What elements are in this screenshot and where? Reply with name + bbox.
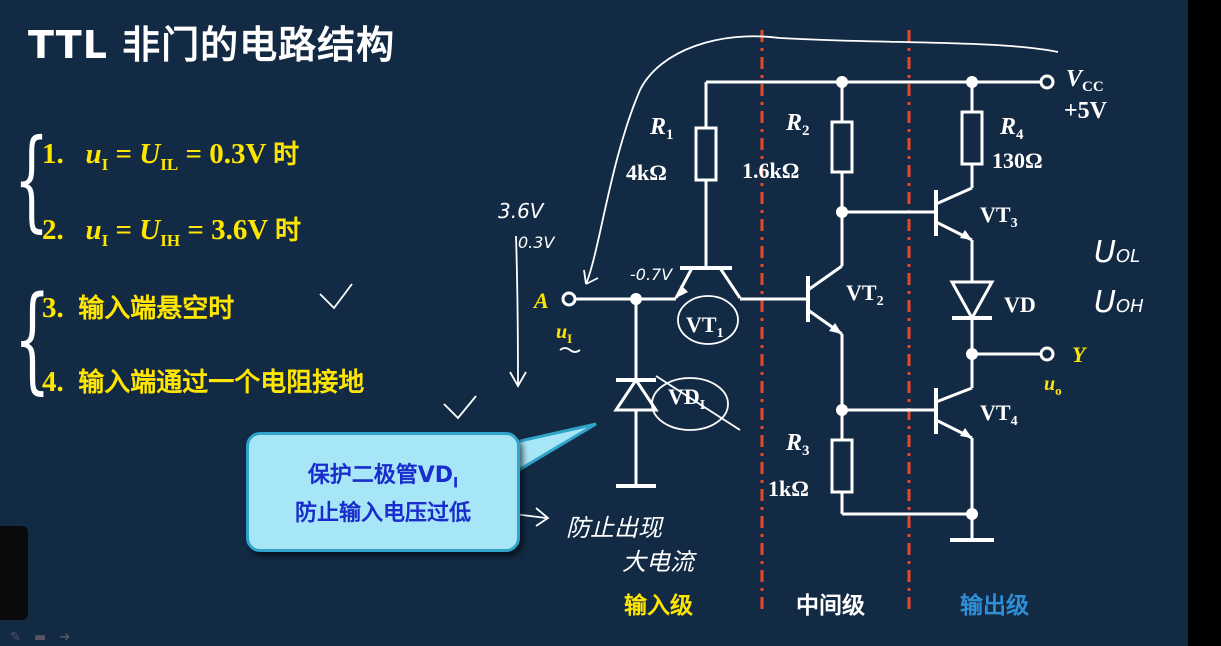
junction-dot [836, 76, 848, 88]
vcc-terminal [1039, 74, 1055, 90]
vt3-label: VT3 [980, 202, 1018, 231]
slides-icon[interactable]: ▬ [34, 630, 46, 645]
hand-arrow-head [583, 269, 599, 285]
vt2-label: VT2 [846, 280, 884, 309]
input-terminal [561, 291, 577, 307]
r2-value: 1.6kΩ [742, 158, 799, 183]
pen-icon[interactable]: ✎ [10, 630, 21, 645]
r1-resistor [694, 126, 718, 182]
r4-resistor [960, 110, 984, 166]
stage-output-label: 输出级 [960, 593, 1029, 619]
hand-03v: 0.3V [518, 233, 555, 252]
r2-resistor [830, 120, 854, 174]
junction-dot [966, 348, 978, 360]
hand-uol: UOL [1094, 235, 1140, 270]
callout-line-1-sub: I [453, 475, 459, 492]
output-label: Y [1072, 342, 1088, 367]
hand-note-2: 大电流 [622, 548, 697, 576]
hand-check-3 [319, 283, 353, 310]
input-var-label: uI [556, 321, 572, 346]
stage-middle-label: 中间级 [796, 593, 865, 619]
output-var-label: uo [1044, 373, 1062, 398]
callout-line-2: 防止输入电压过低 [294, 501, 471, 526]
hand-down-arrow [509, 235, 527, 388]
r3-resistor [830, 438, 854, 494]
junction-dot [836, 404, 848, 416]
r3-value: 1kΩ [768, 476, 809, 501]
junction-dot [630, 293, 642, 305]
input-label: A [532, 288, 549, 313]
hand-note-1: 防止出现 [566, 514, 664, 542]
junction-dot [836, 206, 848, 218]
junction-dot [966, 508, 978, 520]
r2-label: R2 [785, 110, 810, 139]
callout-line-1-text: 保护二极管VD [307, 463, 454, 488]
hand-uoh: UOH [1094, 285, 1144, 320]
vdi-diode [613, 377, 659, 412]
callout-box: 保护二极管VDI 防止输入电压过低 [246, 432, 520, 552]
next-arrow-icon[interactable]: ➜ [59, 630, 70, 645]
left-overlay-tab [0, 526, 28, 620]
r3-label: R3 [785, 430, 810, 459]
vt1-label: VT1 [686, 312, 724, 341]
slide-toolbar: ✎ ▬ ➜ [10, 626, 78, 645]
vcc-value: +5V [1064, 98, 1108, 124]
r1-label: R1 [649, 114, 674, 143]
hand-check-4 [443, 395, 477, 420]
r4-label: R4 [999, 114, 1024, 143]
callout-line-1: 保护二极管VDI [249, 457, 517, 491]
circuit-diagram: VCC +5V R1 4kΩ R2 1.6kΩ R3 1kΩ R4 130Ω V… [319, 30, 1144, 612]
hand-neg07v: -0.7V [630, 265, 673, 284]
output-terminal [1039, 346, 1055, 362]
vd-diode [949, 280, 995, 322]
hand-36v: 3.6V [498, 199, 545, 223]
r4-value: 130Ω [992, 148, 1043, 173]
junction-dot [966, 76, 978, 88]
slide: TTL 非门的电路结构 { { 1. uI = UIL = 0.3V 时 2. … [0, 0, 1188, 646]
right-black-bar [1188, 0, 1221, 646]
vt4-label: VT4 [980, 400, 1018, 429]
vd-label: VD [1004, 292, 1036, 317]
stage-input-label: 输入级 [624, 593, 693, 619]
hand-tilde [559, 347, 581, 353]
vcc-label: VCC [1066, 66, 1104, 95]
r1-value: 4kΩ [626, 160, 667, 185]
